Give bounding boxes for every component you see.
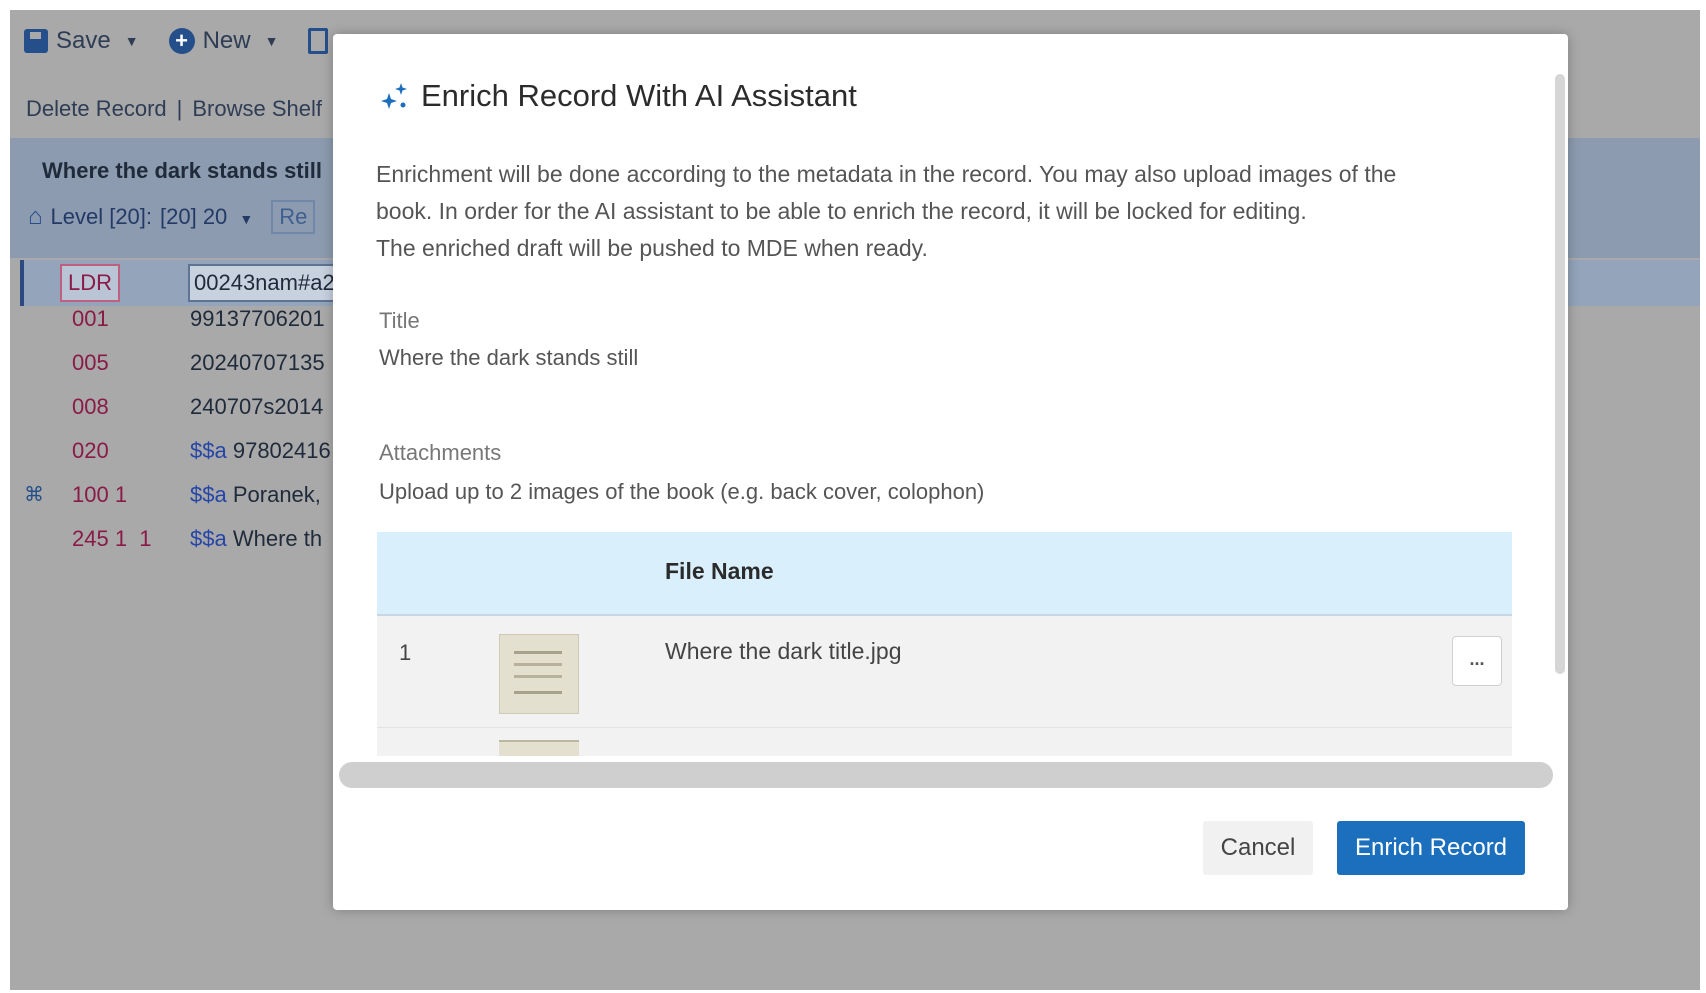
row-actions-button[interactable]: ... — [1452, 636, 1502, 686]
new-icon: + — [168, 28, 195, 54]
record-actions: Delete Record | Browse Shelf — [26, 96, 322, 122]
chevron-down-icon: ▼ — [264, 33, 279, 49]
attachments-table: File Name 1 Where the dark title.jpg ... — [377, 532, 1512, 756]
level-dropdown[interactable]: [20] 20 ▼ — [160, 204, 253, 230]
save-button[interactable]: Save ▼ — [24, 27, 139, 55]
marc-value[interactable]: $$a Where th — [190, 526, 322, 552]
title-label: Title — [379, 308, 420, 333]
subfield-code: $$a — [190, 482, 227, 507]
enrich-record-button[interactable]: Enrich Record — [1337, 821, 1525, 875]
image-thumbnail[interactable] — [499, 634, 579, 714]
binoculars-icon[interactable]: ⌘ — [24, 482, 44, 507]
delete-record-link[interactable]: Delete Record — [26, 96, 167, 121]
marc-tag: 008 — [72, 394, 109, 419]
subfield-code: $$a — [190, 438, 227, 463]
save-button-label: Save — [56, 27, 111, 54]
marc-value[interactable]: 20240707135 — [190, 350, 325, 376]
marc-tag: 245 1 1 — [72, 526, 152, 551]
marc-value[interactable]: 99137706201 — [190, 306, 325, 332]
home-icon[interactable]: ⌂ — [28, 203, 43, 231]
marc-tag: 100 1 — [72, 482, 128, 507]
marc-tag: 020 — [72, 438, 109, 463]
level-action-button[interactable]: Re — [271, 200, 316, 234]
level-selector: ⌂ Level [20]: [20] 20 ▼ Re — [28, 200, 316, 234]
table-header: File Name — [377, 532, 1512, 616]
actions-separator: | — [176, 96, 183, 121]
image-thumbnail[interactable] — [499, 740, 579, 756]
table-row[interactable]: 1 Where the dark title.jpg ... — [377, 616, 1512, 728]
cancel-button[interactable]: Cancel — [1203, 821, 1313, 875]
new-button-label: New — [202, 27, 251, 54]
new-button[interactable]: + New ▼ — [168, 27, 279, 55]
marc-value[interactable]: 240707s2014 — [190, 394, 323, 420]
attachments-hint: Upload up to 2 images of the book (e.g. … — [379, 479, 985, 504]
document-button[interactable] — [308, 28, 329, 54]
marc-tag: 005 — [72, 350, 109, 375]
chevron-down-icon: ▼ — [239, 211, 254, 227]
vertical-scrollbar[interactable] — [1555, 74, 1565, 674]
table-row[interactable] — [377, 728, 1512, 756]
column-header-file-name[interactable]: File Name — [665, 558, 774, 585]
sparkle-icon — [381, 83, 407, 109]
record-title: Where the dark stands still — [42, 158, 322, 183]
subfield-code: $$a — [190, 526, 227, 551]
marc-value[interactable]: $$a 97802416 — [190, 438, 331, 464]
attachments-label: Attachments — [379, 440, 502, 465]
marc-tag: 001 — [72, 306, 109, 331]
browse-shelf-link[interactable]: Browse Shelf — [192, 96, 322, 121]
description-line: book. In order for the AI assistant to b… — [376, 198, 1307, 224]
subfield-value: Where th — [232, 526, 323, 551]
horizontal-scrollbar[interactable] — [339, 762, 1553, 788]
dialog-description: Enrichment will be done according to the… — [376, 156, 1506, 267]
subfield-value: 97802416 — [232, 438, 331, 463]
subfield-value: Poranek, — [232, 482, 321, 507]
dialog-header: Enrich Record With AI Assistant — [377, 78, 857, 114]
title-value: Where the dark stands still — [379, 345, 639, 370]
enrich-record-dialog: Enrich Record With AI Assistant Enrichme… — [333, 34, 1568, 910]
level-value: [20] 20 — [160, 204, 228, 229]
marc-value[interactable]: $$a Poranek, — [190, 482, 321, 508]
dialog-title: Enrich Record With AI Assistant — [421, 78, 857, 113]
save-icon — [24, 29, 48, 53]
description-line: Enrichment will be done according to the… — [376, 161, 1397, 187]
chevron-down-icon: ▼ — [124, 33, 139, 49]
document-icon — [308, 28, 329, 54]
file-name: Where the dark title.jpg — [665, 638, 902, 664]
description-line: The enriched draft will be pushed to MDE… — [376, 235, 928, 261]
marc-tag[interactable]: LDR — [60, 264, 121, 302]
row-index: 1 — [399, 640, 412, 665]
level-label: Level [20]: — [50, 204, 153, 229]
